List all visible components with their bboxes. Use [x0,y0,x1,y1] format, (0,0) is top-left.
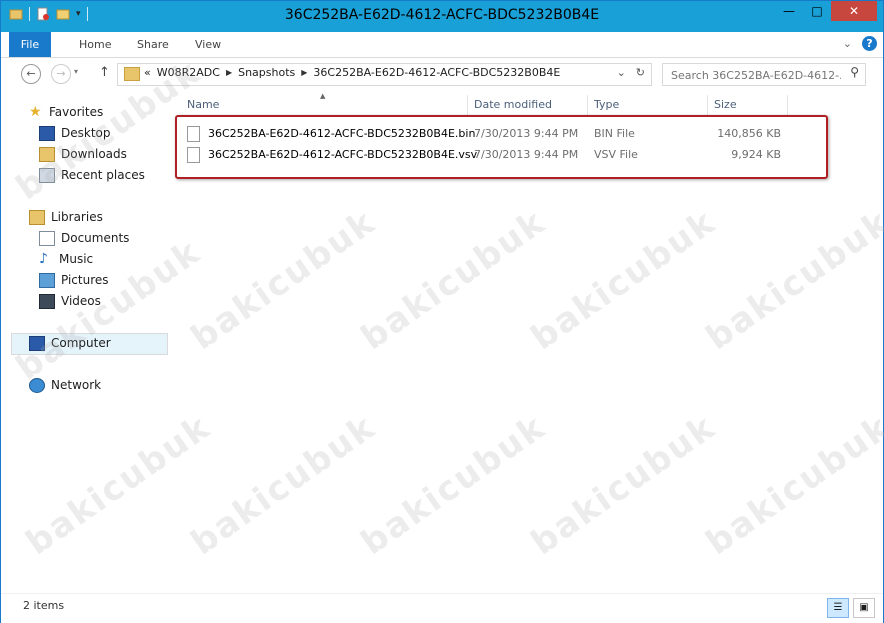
ribbon: File Home Share View ⌄ ? [1,32,883,58]
window-controls: — □ ✕ [775,1,877,21]
item-count: 2 items [23,599,65,612]
address-folder-icon [124,67,140,81]
column-header-name[interactable]: Name [181,95,468,115]
ribbon-right: ⌄ ? [843,36,877,51]
table-row[interactable]: 36C252BA-E62D-4612-ACFC-BDC5232B0B4E.vsv… [181,145,801,165]
breadcrumb-separator-icon[interactable]: ▶ [226,68,232,77]
nav-label: Libraries [51,210,103,224]
desktop-icon [39,125,55,141]
address-bar[interactable]: « W08R2ADC ▶ Snapshots ▶ 36C252BA-E62D-4… [117,63,652,86]
star-icon: ★ [29,103,42,120]
nav-item-libraries[interactable]: Libraries [29,207,103,227]
search-box[interactable]: ⚲ [662,63,866,86]
libraries-icon [29,209,45,225]
up-button[interactable]: ↑ [99,65,110,80]
title-bar: ▾ 36C252BA-E62D-4612-ACFC-BDC5232B0B4E —… [1,1,883,32]
recent-places-icon [39,167,55,183]
column-header-date-modified[interactable]: Date modified [468,95,588,115]
nav-item-recent-places[interactable]: Recent places [39,165,145,185]
breadcrumb-item-snapshots[interactable]: Snapshots [238,66,295,79]
refresh-icon[interactable]: ↻ [636,66,645,79]
computer-icon [29,335,45,351]
documents-icon [39,230,55,246]
nav-item-desktop[interactable]: Desktop [39,123,111,143]
tab-share[interactable]: Share [129,32,177,57]
breadcrumb-separator-icon[interactable]: ▶ [301,68,307,77]
file-type: VSV File [594,148,638,161]
nav-label: Favorites [49,105,104,119]
back-button[interactable]: ← [21,64,41,84]
large-icons-view-icon[interactable]: ▣ [853,598,875,618]
nav-item-documents[interactable]: Documents [39,228,129,248]
minimize-button[interactable]: — [775,1,803,21]
nav-label: Desktop [61,126,111,140]
file-date: 7/30/2013 9:44 PM [474,127,579,140]
file-date: 7/30/2013 9:44 PM [474,148,579,161]
address-dropdown-icon[interactable]: ⌄ [617,66,626,79]
view-switcher: ☰ ▣ [827,598,875,618]
nav-label: Network [51,378,102,392]
nav-item-pictures[interactable]: Pictures [39,270,109,290]
nav-item-computer[interactable]: Computer [29,333,111,353]
maximize-button[interactable]: □ [803,1,831,21]
file-size: 9,924 KB [731,148,781,161]
navigation-pane: ★ Favorites Desktop Downloads Recent pla… [1,90,169,593]
nav-item-videos[interactable]: Videos [39,291,101,311]
file-name: 36C252BA-E62D-4612-ACFC-BDC5232B0B4E.vsv [208,148,478,161]
breadcrumb: « W08R2ADC ▶ Snapshots ▶ 36C252BA-E62D-4… [144,66,560,79]
expand-ribbon-icon[interactable]: ⌄ [843,37,852,50]
breadcrumb-item-current[interactable]: 36C252BA-E62D-4612-ACFC-BDC5232B0B4E [313,66,560,79]
address-actions: ⌄ ↻ [617,66,645,79]
details-view-icon[interactable]: ☰ [827,598,849,618]
breadcrumb-item-computer[interactable]: W08R2ADC [157,66,220,79]
videos-icon [39,293,55,309]
explorer-window: ▾ 36C252BA-E62D-4612-ACFC-BDC5232B0B4E —… [0,0,884,623]
nav-label: Videos [61,294,101,308]
forward-button[interactable]: → [51,64,71,84]
breadcrumb-overflow[interactable]: « [144,66,151,79]
nav-item-downloads[interactable]: Downloads [39,144,127,164]
nav-label: Pictures [61,273,109,287]
nav-item-network[interactable]: Network [29,375,101,395]
recent-locations-icon[interactable]: ▾ [74,67,78,76]
tab-view[interactable]: View [187,32,229,57]
pictures-icon [39,272,55,288]
tab-file[interactable]: File [9,32,51,57]
window-title: 36C252BA-E62D-4612-ACFC-BDC5232B0B4E [284,7,600,23]
nav-item-favorites[interactable]: ★ Favorites [29,102,103,122]
status-bar: 2 items ☰ ▣ [1,593,883,623]
tab-home[interactable]: Home [71,32,119,57]
navigation-bar: ← → ▾ ↑ « W08R2ADC ▶ Snapshots ▶ 36C252B… [1,58,883,90]
nav-label: Recent places [61,168,145,182]
nav-label: Computer [51,336,111,350]
music-icon: ♪ [39,250,48,267]
search-input[interactable] [669,66,843,84]
nav-label: Documents [61,231,130,245]
column-header-type[interactable]: Type [588,95,708,115]
file-icon [187,147,200,163]
close-button[interactable]: ✕ [831,1,877,21]
table-row[interactable]: 36C252BA-E62D-4612-ACFC-BDC5232B0B4E.bin… [181,124,801,144]
nav-item-music[interactable]: ♪ Music [39,249,93,269]
nav-label: Music [59,252,94,266]
nav-label: Downloads [61,147,127,161]
downloads-icon [39,146,55,162]
file-list: ▲ Name Date modified Type Size 36C252BA-… [171,90,883,593]
file-size: 140,856 KB [717,127,781,140]
file-type: BIN File [594,127,635,140]
file-name: 36C252BA-E62D-4612-ACFC-BDC5232B0B4E.bin [208,127,476,140]
file-icon [187,126,200,142]
help-icon[interactable]: ? [862,36,877,51]
network-icon [29,377,45,393]
search-icon[interactable]: ⚲ [850,65,859,79]
column-header-size[interactable]: Size [708,95,788,115]
content-area: ★ Favorites Desktop Downloads Recent pla… [1,52,884,593]
